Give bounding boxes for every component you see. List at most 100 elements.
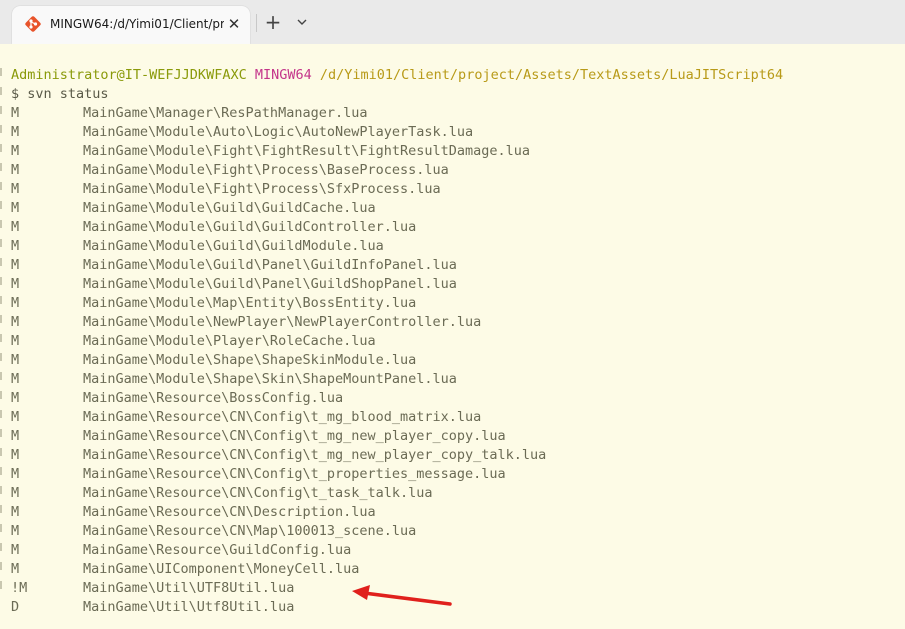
edge-tick: [0, 467, 2, 475]
edge-tick: [0, 125, 2, 133]
edge-tick: [0, 220, 2, 228]
file-path: MainGame\Module\Guild\GuildModule.lua: [83, 238, 384, 254]
status-entry: M MainGame\Resource\CN\Config\t_mg_blood_…: [11, 408, 481, 427]
edge-tick: [0, 296, 2, 304]
terminal-output[interactable]: Administrator@IT-WEFJJDKWFAXC MINGW64 /d…: [0, 44, 905, 629]
status-entry: M MainGame\Module\Guild\GuildCache.lua: [11, 199, 376, 218]
file-path: MainGame\UIComponent\MoneyCell.lua: [83, 561, 360, 577]
file-path: MainGame\Resource\GuildConfig.lua: [83, 542, 352, 558]
status-code: M: [11, 371, 20, 387]
file-path: MainGame\Resource\CN\Map\100013_scene.lu…: [83, 523, 417, 539]
status-entry: M MainGame\Module\Guild\Panel\GuildShopPa…: [11, 275, 457, 294]
edge-tick: [0, 163, 2, 171]
tab-divider: [256, 14, 257, 32]
prompt-line: Administrator@IT-WEFJJDKWFAXC MINGW64 /d…: [11, 66, 783, 85]
edge-tick: [0, 505, 2, 513]
status-code: M: [11, 333, 20, 349]
file-path: MainGame\Module\Guild\Panel\GuildInfoPan…: [83, 257, 457, 273]
edge-tick: [0, 315, 2, 323]
status-code: !M: [11, 580, 28, 596]
status-code: M: [11, 466, 20, 482]
status-entry: M MainGame\Resource\CN\Map\100013_scene.l…: [11, 522, 416, 541]
edge-tick: [0, 410, 2, 418]
status-entry: M MainGame\Module\Fight\Process\SfxProces…: [11, 180, 441, 199]
status-code: D: [11, 599, 20, 615]
status-entry: M MainGame\Module\NewPlayer\NewPlayerCont…: [11, 313, 481, 332]
file-path: MainGame\Module\Guild\Panel\GuildShopPan…: [83, 276, 457, 292]
status-code: M: [11, 200, 20, 216]
file-path: MainGame\Module\Fight\Process\BaseProces…: [83, 162, 449, 178]
file-path: MainGame\Manager\ResPathManager.lua: [83, 105, 368, 121]
close-icon[interactable]: ✕: [224, 14, 244, 34]
chevron-down-icon[interactable]: [292, 12, 312, 32]
tab-bar: MINGW64:/d/Yimi01/Client/pr ✕ +: [0, 0, 905, 44]
status-entry: M MainGame\Module\Fight\FightResult\Fight…: [11, 142, 530, 161]
git-bash-icon: [25, 16, 41, 32]
status-code: M: [11, 105, 20, 121]
edge-tick: [0, 353, 2, 361]
edge-tick: [0, 562, 2, 570]
command-line: $ svn status: [11, 86, 109, 102]
status-entry: M MainGame\Module\Player\RoleCache.lua: [11, 332, 376, 351]
status-entry: M MainGame\Resource\CN\Config\t_task_talk…: [11, 484, 433, 503]
file-path: MainGame\Module\Guild\GuildController.lu…: [83, 219, 417, 235]
file-path: MainGame\Module\NewPlayer\NewPlayerContr…: [83, 314, 482, 330]
status-code: M: [11, 428, 20, 444]
edge-tick: [0, 239, 2, 247]
edge-tick: [0, 581, 2, 589]
status-code: M: [11, 143, 20, 159]
status-code: M: [11, 561, 20, 577]
status-code: M: [11, 181, 20, 197]
edge-tick: [0, 372, 2, 380]
status-entry: M MainGame\Module\Shape\Skin\ShapeMountPa…: [11, 370, 457, 389]
edge-tick: [0, 201, 2, 209]
status-entry: M MainGame\Module\Auto\Logic\AutoNewPlaye…: [11, 123, 473, 142]
file-path: MainGame\Module\Map\Entity\BossEntity.lu…: [83, 295, 417, 311]
status-code: M: [11, 276, 20, 292]
status-entry: M MainGame\Module\Guild\GuildModule.lua: [11, 237, 384, 256]
edge-tick: [0, 106, 2, 114]
file-path: MainGame\Resource\CN\Description.lua: [83, 504, 376, 520]
status-code: M: [11, 219, 20, 235]
edge-tick: [0, 391, 2, 399]
status-entry: M MainGame\Manager\ResPathManager.lua: [11, 104, 367, 123]
status-code: M: [11, 504, 20, 520]
file-path: MainGame\Util\UTF8Util.lua: [83, 580, 295, 596]
status-code: M: [11, 523, 20, 539]
status-code: M: [11, 124, 20, 140]
file-path: MainGame\Module\Fight\FightResult\FightR…: [83, 143, 531, 159]
edge-tick: [0, 87, 2, 95]
status-entry: M MainGame\Resource\CN\Config\t_mg_new_pl…: [11, 446, 546, 465]
status-code: M: [11, 295, 20, 311]
status-entry: M MainGame\Module\Shape\ShapeSkinModule.l…: [11, 351, 416, 370]
tab-title: MINGW64:/d/Yimi01/Client/pr: [50, 17, 224, 31]
edge-tick: [0, 334, 2, 342]
file-path: MainGame\Module\Player\RoleCache.lua: [83, 333, 376, 349]
file-path: MainGame\Module\Shape\ShapeSkinModule.lu…: [83, 352, 417, 368]
status-entry: M MainGame\Module\Guild\GuildController.l…: [11, 218, 416, 237]
status-entry: M MainGame\Resource\BossConfig.lua: [11, 389, 343, 408]
terminal-tab[interactable]: MINGW64:/d/Yimi01/Client/pr ✕: [12, 6, 250, 44]
status-code: M: [11, 447, 20, 463]
edge-tick: [0, 524, 2, 532]
file-path: MainGame\Resource\BossConfig.lua: [83, 390, 344, 406]
status-entry: M MainGame\Resource\CN\Config\t_mg_new_pl…: [11, 427, 506, 446]
file-path: MainGame\Module\Fight\Process\SfxProcess…: [83, 181, 441, 197]
status-entry: M MainGame\Module\Guild\Panel\GuildInfoPa…: [11, 256, 457, 275]
status-entry: M MainGame\Resource\CN\Description.lua: [11, 503, 376, 522]
status-code: M: [11, 485, 20, 501]
status-entry: !M MainGame\Util\UTF8Util.lua: [11, 579, 294, 598]
edge-tick: [0, 277, 2, 285]
new-tab-button[interactable]: +: [262, 10, 284, 34]
terminal-window: MINGW64:/d/Yimi01/Client/pr ✕ + Administ…: [0, 0, 905, 629]
edge-tick: [0, 258, 2, 266]
file-path: MainGame\Module\Shape\Skin\ShapeMountPan…: [83, 371, 457, 387]
edge-tick: [0, 486, 2, 494]
status-entry: M MainGame\UIComponent\MoneyCell.lua: [11, 560, 359, 579]
file-path: MainGame\Resource\CN\Config\t_mg_new_pla…: [83, 447, 547, 463]
status-entry: M MainGame\Module\Map\Entity\BossEntity.l…: [11, 294, 416, 313]
prompt-system: MINGW64: [254, 67, 312, 83]
red-arrow-icon: [352, 585, 452, 606]
prompt-path: /d/Yimi01/Client/project/Assets/TextAsse…: [319, 67, 784, 83]
file-path: MainGame\Resource\CN\Config\t_mg_blood_m…: [83, 409, 482, 425]
